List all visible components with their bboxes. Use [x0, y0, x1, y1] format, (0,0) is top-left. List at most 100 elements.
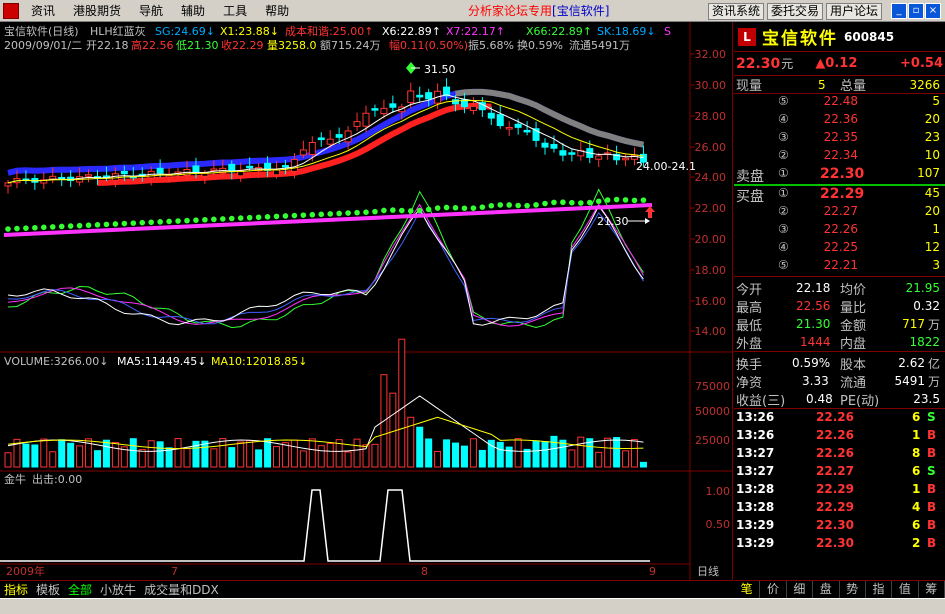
oscillator-line — [7, 205, 644, 326]
green-dot — [67, 223, 74, 229]
green-dot — [246, 214, 253, 221]
menu-item-ganggu[interactable]: 港股期货 — [64, 0, 130, 22]
trade-button[interactable]: 委托交易 — [767, 3, 824, 20]
volume-bar — [460, 445, 468, 468]
tab-volume-ddx[interactable]: 成交量和DDX — [140, 581, 223, 598]
candle-body — [165, 174, 173, 178]
rtab-zhi[interactable]: 指 — [866, 581, 893, 598]
price-change: ▲0.12 — [815, 56, 858, 71]
info-system-button[interactable]: 资讯系统 — [708, 3, 765, 20]
green-dot — [551, 199, 557, 206]
menu-item-daohang[interactable]: 导航 — [130, 0, 172, 22]
indicator-tabs: 指标 模板 全部 小放牛 成交量和DDX — [0, 580, 733, 598]
volume-bar — [317, 445, 325, 468]
green-dot — [578, 200, 584, 206]
vol-ratio-value: 0.32 — [913, 299, 940, 313]
x7-value: X7:22.17↑ — [446, 25, 505, 38]
green-dot — [470, 205, 477, 211]
low-label: 低21.30 — [176, 39, 219, 52]
volume-bar — [613, 436, 621, 468]
close-label: 收22.29 — [221, 38, 264, 52]
stats-row-high: 最高 22.56 量比 0.32 — [736, 299, 940, 316]
green-dot — [542, 200, 548, 207]
volume-bar — [389, 392, 397, 468]
menu-buttons: 资讯系统 委托交易 用户论坛 — [708, 3, 883, 20]
tick-list[interactable]: 13:26 22.26 6 S 13:26 22.26 1 B 13:27 22.26 8 B 13:2… — [734, 408, 945, 554]
volume-bar — [434, 450, 442, 468]
green-dot — [23, 225, 29, 231]
tab-zhibiao[interactable]: 指标 — [0, 581, 32, 598]
volume-bar — [523, 448, 531, 468]
app-logo-icon[interactable] — [0, 0, 22, 22]
netasset-value: 3.33 — [802, 374, 829, 388]
sell-level-5: ⑤ 22.48 5 — [778, 94, 940, 108]
period-label: 日线 — [697, 564, 719, 578]
tick-row: 13:27 22.27 6 S — [734, 464, 945, 482]
green-dot — [318, 211, 325, 218]
price-tick: 14.00 — [695, 325, 727, 338]
rtab-jia[interactable]: 价 — [760, 581, 787, 598]
rtab-pan[interactable]: 盘 — [813, 581, 840, 598]
volume-bar — [129, 438, 137, 468]
ind-tick: 1.00 — [706, 485, 731, 498]
green-dot — [130, 220, 137, 226]
tick-s: B — [927, 428, 937, 442]
sell-level-4: ④ 22.36 20 — [778, 112, 940, 126]
green-dot — [148, 219, 154, 226]
quote-panel: L 宝信软件 600845 22.30 元 ▲0.12 +0.54 现量 5 总… — [734, 22, 945, 580]
tick-p: 22.29 — [816, 482, 854, 496]
stats-block-2: 换手 0.59% 股本 2.62 亿 净资 3.33 流通 5491 万 收益(… — [734, 351, 945, 409]
tick-t: 13:28 — [736, 500, 775, 514]
green-dot — [103, 221, 110, 228]
tick-t: 13:28 — [736, 482, 775, 496]
menu-item-gongju[interactable]: 工具 — [214, 0, 256, 22]
candle-body — [210, 168, 218, 171]
kline-svg[interactable]: 宝信软件(日线) HLH红蓝灰 SG:24.69↓ X1:23.88↓ 成本和谐… — [0, 22, 733, 580]
candle-body — [496, 114, 504, 127]
green-dot — [416, 207, 423, 214]
avg-value: 21.95 — [905, 281, 940, 295]
minimize-icon[interactable]: _ — [891, 3, 907, 19]
sg-value: SG:24.69↓ — [155, 25, 215, 38]
forum-button[interactable]: 用户论坛 — [826, 3, 883, 20]
kline-chart-area[interactable]: 宝信软件(日线) HLH红蓝灰 SG:24.69↓ X1:23.88↓ 成本和谐… — [0, 22, 733, 580]
restore-icon[interactable]: ▫ — [908, 3, 924, 19]
outer-value: 1444 — [800, 335, 831, 349]
candle-body — [407, 90, 415, 104]
sell-level-1: 卖盘 ① 22.30 107 — [736, 166, 940, 185]
green-dot — [631, 197, 638, 204]
green-dot — [488, 202, 495, 209]
tick-v: 1 — [912, 428, 921, 442]
current-price: 22.30 — [736, 55, 781, 72]
volume-bar — [138, 449, 146, 468]
candle-body — [326, 138, 334, 145]
green-dot — [613, 196, 620, 203]
volume-bar — [111, 442, 119, 468]
rtab-chou[interactable]: 筹 — [919, 581, 945, 598]
menu-item-bangzhu[interactable]: 帮助 — [256, 0, 298, 22]
candle-body — [317, 137, 325, 141]
ind-tick: 0.50 — [706, 518, 731, 531]
rtab-xi[interactable]: 细 — [787, 581, 814, 598]
candle-body — [281, 165, 289, 168]
tab-muban[interactable]: 模板 — [32, 581, 64, 598]
rtab-bi[interactable]: 笔 — [734, 581, 761, 598]
price-axis: 32.00 30.00 28.00 26.00 24.00 22.00 20.0… — [695, 48, 727, 338]
tab-xiaofangniu[interactable]: 小放牛 — [96, 581, 140, 598]
menu-item-fuzhu[interactable]: 辅助 — [172, 0, 214, 22]
green-dot — [425, 206, 432, 213]
volume-bar — [58, 439, 66, 468]
volume-bar — [281, 442, 289, 468]
volume-bar — [478, 449, 486, 468]
rtab-shi[interactable]: 势 — [840, 581, 866, 598]
tab-quanbu[interactable]: 全部 — [64, 581, 96, 598]
green-dot — [533, 202, 539, 208]
close-icon[interactable]: × — [925, 3, 941, 19]
rtab-zhi2[interactable]: 值 — [892, 581, 919, 598]
volume-bar — [452, 442, 459, 468]
jinniu-signal-line — [0, 489, 650, 562]
menu-item-zixun[interactable]: 资讯 — [22, 0, 64, 22]
price-tick: 24.00 — [695, 171, 727, 184]
xianliang-value: 5 — [818, 77, 826, 92]
date-tick: 8 — [421, 565, 428, 578]
